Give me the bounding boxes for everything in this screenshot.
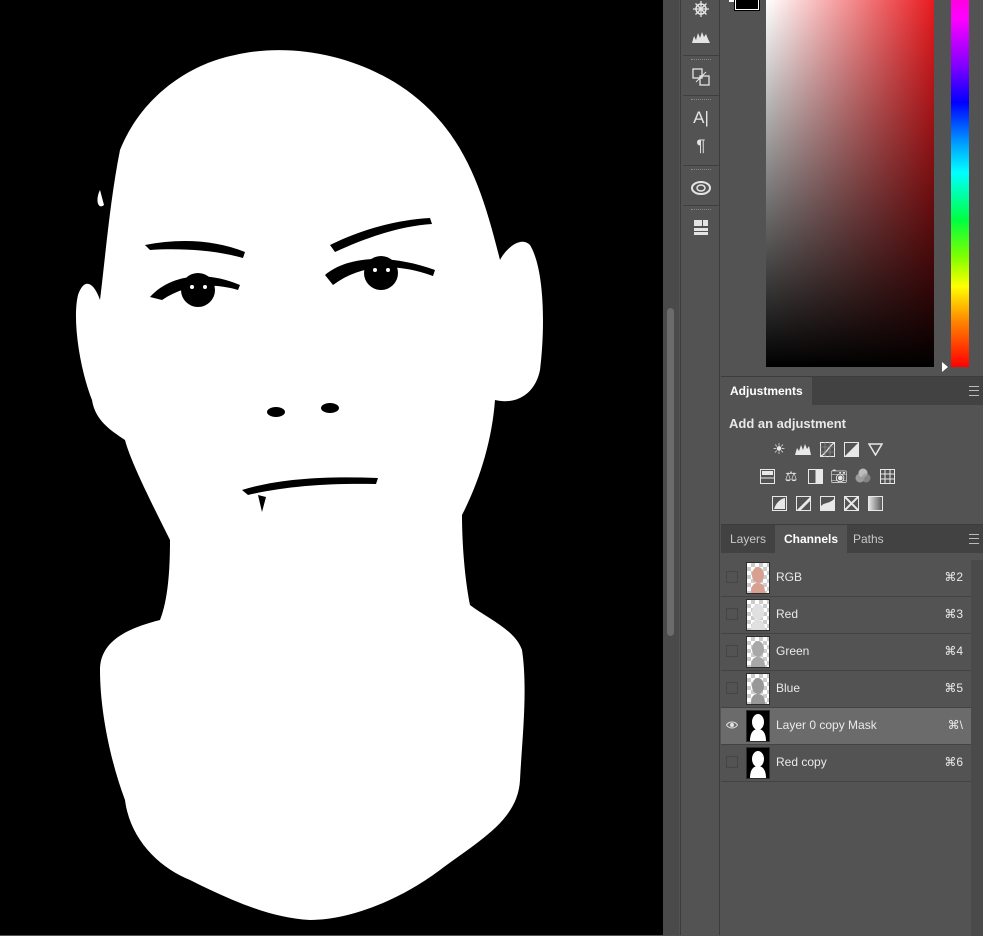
document-canvas[interactable] [0, 0, 663, 935]
channel-name: Red copy [776, 755, 827, 769]
channel-name: Green [776, 644, 810, 658]
strip-grip[interactable] [691, 99, 711, 102]
portrait-mask-image [0, 0, 663, 935]
visibility-toggle[interactable] [726, 756, 738, 768]
channel-row-red-copy[interactable]: Red copy ⌘6 [721, 745, 971, 782]
panel-menu-icon[interactable] [969, 386, 979, 396]
visibility-toggle[interactable] [726, 608, 738, 620]
channel-shortcut: ⌘5 [944, 681, 963, 695]
channel-thumbnail [746, 562, 770, 594]
exposure-icon[interactable] [843, 441, 859, 457]
panel-icon-strip: A| ¶ [680, 0, 720, 935]
visibility-toggle[interactable] [726, 645, 738, 657]
hue-slider[interactable] [951, 0, 969, 367]
right-panels: Adjustments Add an adjustment ☀ ⚖ 📷︎ Lay… [721, 0, 983, 936]
helm-icon[interactable] [689, 0, 713, 21]
hue-slider-marker-icon[interactable] [942, 362, 948, 372]
tab-layers[interactable]: Layers [721, 525, 775, 553]
strip-divider [683, 95, 719, 96]
adjustments-title: Add an adjustment [729, 416, 847, 431]
channels-panel: Layers Channels Paths RGB ⌘2 Red ⌘3 Gree… [721, 524, 983, 936]
channel-thumbnail [746, 710, 770, 742]
saturation-brightness-field[interactable] [766, 0, 934, 367]
channel-row-red[interactable]: Red ⌘3 [721, 597, 971, 634]
strip-divider [683, 165, 719, 166]
canvas-vertical-scrollbar[interactable] [663, 0, 679, 935]
channel-thumbnail [746, 636, 770, 668]
channel-name: RGB [776, 570, 803, 584]
invert-icon[interactable] [771, 495, 787, 511]
strip-divider [683, 55, 719, 56]
channels-tab-bar: Layers Channels Paths [721, 525, 983, 553]
adjustments-panel: Adjustments Add an adjustment ☀ ⚖ 📷︎ [721, 376, 983, 525]
tab-channels[interactable]: Channels [775, 525, 848, 553]
character-icon[interactable]: A| [689, 106, 713, 130]
transform-icon[interactable] [689, 65, 713, 89]
brightness-contrast-icon[interactable]: ☀ [771, 441, 787, 458]
channel-name: Blue [776, 681, 801, 695]
paragraph-icon[interactable]: ¶ [689, 134, 713, 158]
eye-icon[interactable] [726, 719, 738, 731]
panel-menu-icon[interactable] [969, 534, 979, 544]
channel-list: RGB ⌘2 Red ⌘3 Green ⌘4 Blue ⌘5 Layer 0 c… [721, 560, 971, 782]
channel-name: Layer 0 copy Mask [776, 718, 877, 732]
library-icon[interactable] [689, 215, 713, 239]
scrollbar-thumb[interactable] [667, 308, 674, 636]
visibility-toggle[interactable] [726, 571, 738, 583]
strip-divider [683, 205, 719, 206]
threshold-icon[interactable] [819, 495, 835, 511]
channel-row-rgb[interactable]: RGB ⌘2 [721, 560, 971, 597]
photo-filter-icon[interactable]: 📷︎ [830, 468, 848, 484]
channel-thumbnail [746, 747, 770, 779]
tab-paths[interactable]: Paths [844, 525, 893, 553]
strip-grip[interactable] [691, 209, 711, 212]
channel-shortcut: ⌘2 [944, 570, 963, 584]
channel-shortcut: ⌘4 [944, 644, 963, 658]
strip-grip[interactable] [691, 169, 711, 172]
selective-color-icon[interactable] [843, 495, 859, 511]
channel-mixer-icon[interactable] [855, 468, 871, 484]
channel-thumbnail [746, 599, 770, 631]
curves-icon[interactable] [819, 441, 835, 457]
color-panel [721, 0, 983, 375]
levels-icon[interactable] [795, 441, 811, 457]
black-white-icon[interactable] [807, 468, 823, 484]
channel-shortcut: ⌘6 [944, 755, 963, 769]
histogram-icon[interactable] [689, 25, 713, 49]
foreground-color-swatch[interactable] [735, 0, 759, 10]
channel-row-green[interactable]: Green ⌘4 [721, 634, 971, 671]
channel-shortcut: ⌘\ [947, 718, 963, 732]
visibility-toggle[interactable] [726, 682, 738, 694]
vibrance-icon[interactable] [867, 441, 883, 457]
creative-cloud-icon[interactable] [689, 176, 713, 200]
color-balance-icon[interactable]: ⚖ [783, 468, 799, 484]
channel-name: Red [776, 607, 799, 621]
channel-thumbnail [746, 673, 770, 705]
channel-row-layer-0-copy-mask[interactable]: Layer 0 copy Mask ⌘\ [721, 708, 971, 745]
channels-scrollbar[interactable] [971, 560, 983, 936]
channel-shortcut: ⌘3 [944, 607, 963, 621]
hue-saturation-icon[interactable] [759, 468, 775, 484]
channel-row-blue[interactable]: Blue ⌘5 [721, 671, 971, 708]
color-lookup-icon[interactable] [879, 468, 895, 484]
posterize-icon[interactable] [795, 495, 811, 511]
strip-grip[interactable] [691, 59, 711, 62]
tab-adjustments[interactable]: Adjustments [721, 377, 812, 405]
gradient-map-icon[interactable] [867, 495, 883, 511]
adjustments-tab-bar: Adjustments [721, 377, 983, 405]
